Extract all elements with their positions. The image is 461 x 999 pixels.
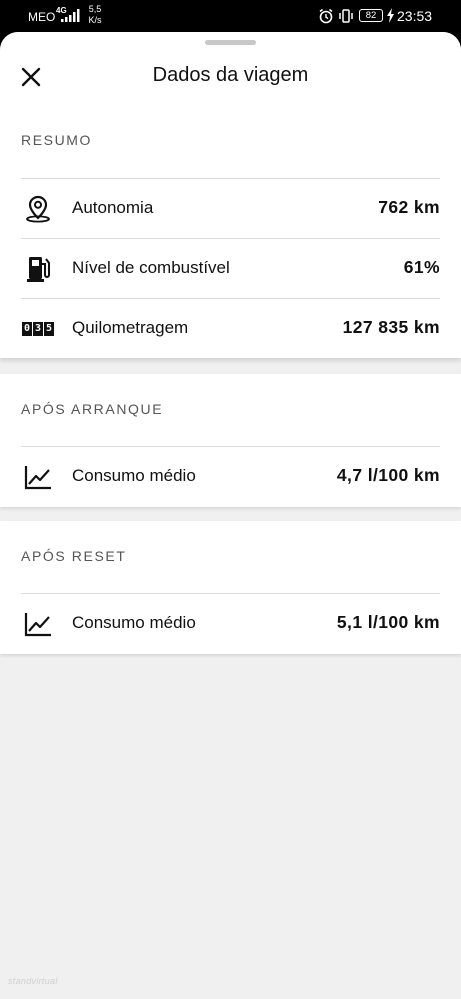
row-average-consumption[interactable]: Consumo médio 5,1 l/100 km <box>0 594 461 653</box>
after-start-card: APÓS ARRANQUE Consumo médio 4,7 l/100 km <box>0 374 461 507</box>
summary-card: Dados da viagem RESUMO Autonomia 762 km <box>0 32 461 358</box>
speed-value: 5,5 <box>88 4 102 14</box>
location-pin-icon <box>21 194 55 224</box>
speed-unit: K/s <box>88 15 102 25</box>
fuel-pump-icon <box>21 254 55 284</box>
clock: 23:53 <box>397 8 433 24</box>
row-average-consumption[interactable]: Consumo médio 4,7 l/100 km <box>0 447 461 506</box>
row-label: Autonomia <box>72 198 154 217</box>
signal-icon <box>61 9 80 22</box>
row-value: 5,1 l/100 km <box>336 612 440 632</box>
charging-icon <box>387 8 394 23</box>
odometer-digit: 5 <box>44 322 54 336</box>
row-value: 762 km <box>378 197 440 217</box>
row-value: 4,7 l/100 km <box>336 465 440 485</box>
trend-chart-icon <box>21 462 55 492</box>
row-fuel-level[interactable]: Nível de combustível 61% <box>0 239 461 298</box>
page-title: Dados da viagem <box>152 64 309 86</box>
row-label: Quilometragem <box>72 318 189 337</box>
vibrate-icon <box>339 9 353 23</box>
trip-data-sheet: Dados da viagem RESUMO Autonomia 762 km <box>0 32 461 999</box>
sheet-grabber[interactable] <box>205 40 256 45</box>
odometer-digit: 3 <box>33 322 43 336</box>
alarm-icon <box>319 8 333 24</box>
trend-chart-icon <box>21 609 55 639</box>
section-label-after-reset: APÓS RESET <box>21 548 127 564</box>
odometer-icon: 0 3 5 <box>21 314 55 344</box>
row-value: 61% <box>403 257 440 277</box>
row-autonomy[interactable]: Autonomia 762 km <box>0 179 461 238</box>
watermark: standvirtual <box>8 976 58 986</box>
carrier-label: MEO <box>28 10 56 24</box>
after-reset-card: APÓS RESET Consumo médio 5,1 l/100 km <box>0 521 461 654</box>
row-mileage[interactable]: 0 3 5 Quilometragem 127 835 km <box>0 299 461 358</box>
status-bar: MEO 4G 5,5 K/s 82 23:53 <box>0 0 461 32</box>
battery-indicator: 82 <box>359 9 383 22</box>
row-label: Consumo médio <box>72 613 196 632</box>
row-value: 127 835 km <box>342 317 440 337</box>
row-label: Consumo médio <box>72 466 196 485</box>
network-speed: 5,5 K/s <box>87 4 103 26</box>
section-label-after-start: APÓS ARRANQUE <box>21 401 164 417</box>
row-label: Nível de combustível <box>72 258 230 277</box>
odometer-digit: 0 <box>22 322 32 336</box>
section-label-resumo: RESUMO <box>21 132 93 148</box>
